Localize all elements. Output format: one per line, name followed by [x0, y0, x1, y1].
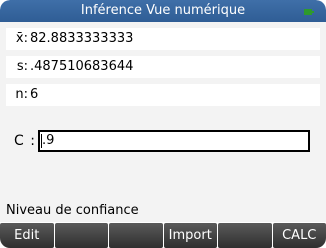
- confidence-input[interactable]: .9: [38, 130, 310, 152]
- title-bar: Inférence Vue numérique: [0, 0, 326, 22]
- input-form: x̄: 82.8833333333 s: .487510683644 n: 6 …: [0, 22, 326, 200]
- std-dev-label: s:: [16, 59, 28, 74]
- std-dev-value: .487510683644: [30, 59, 134, 74]
- softkey-calc[interactable]: CALC: [272, 223, 326, 248]
- mean-value: 82.8833333333: [30, 31, 134, 46]
- std-dev-field[interactable]: s: .487510683644: [6, 56, 320, 78]
- softkey-import[interactable]: Import: [163, 223, 217, 248]
- sample-size-label: n:: [15, 87, 28, 102]
- battery-icon: [304, 9, 314, 15]
- softkey-5[interactable]: [218, 223, 272, 248]
- window-title: Inférence Vue numérique: [80, 3, 246, 18]
- softkey-menu: Edit Import CALC: [0, 222, 326, 248]
- sample-size-field[interactable]: n: 6: [6, 84, 320, 106]
- mean-field[interactable]: x̄: 82.8833333333: [6, 28, 320, 50]
- mean-label: x̄:: [15, 31, 28, 46]
- help-text: Niveau de confiance: [0, 200, 326, 222]
- sample-size-value: 6: [30, 87, 39, 102]
- confidence-label: C :: [14, 133, 36, 149]
- softkey-2[interactable]: [54, 223, 108, 248]
- softkey-3[interactable]: [109, 223, 163, 248]
- confidence-row: C : .9: [6, 130, 320, 152]
- softkey-edit[interactable]: Edit: [0, 223, 54, 248]
- calculator-screen: Inférence Vue numérique x̄: 82.883333333…: [0, 0, 326, 248]
- confidence-value: .9: [42, 133, 55, 148]
